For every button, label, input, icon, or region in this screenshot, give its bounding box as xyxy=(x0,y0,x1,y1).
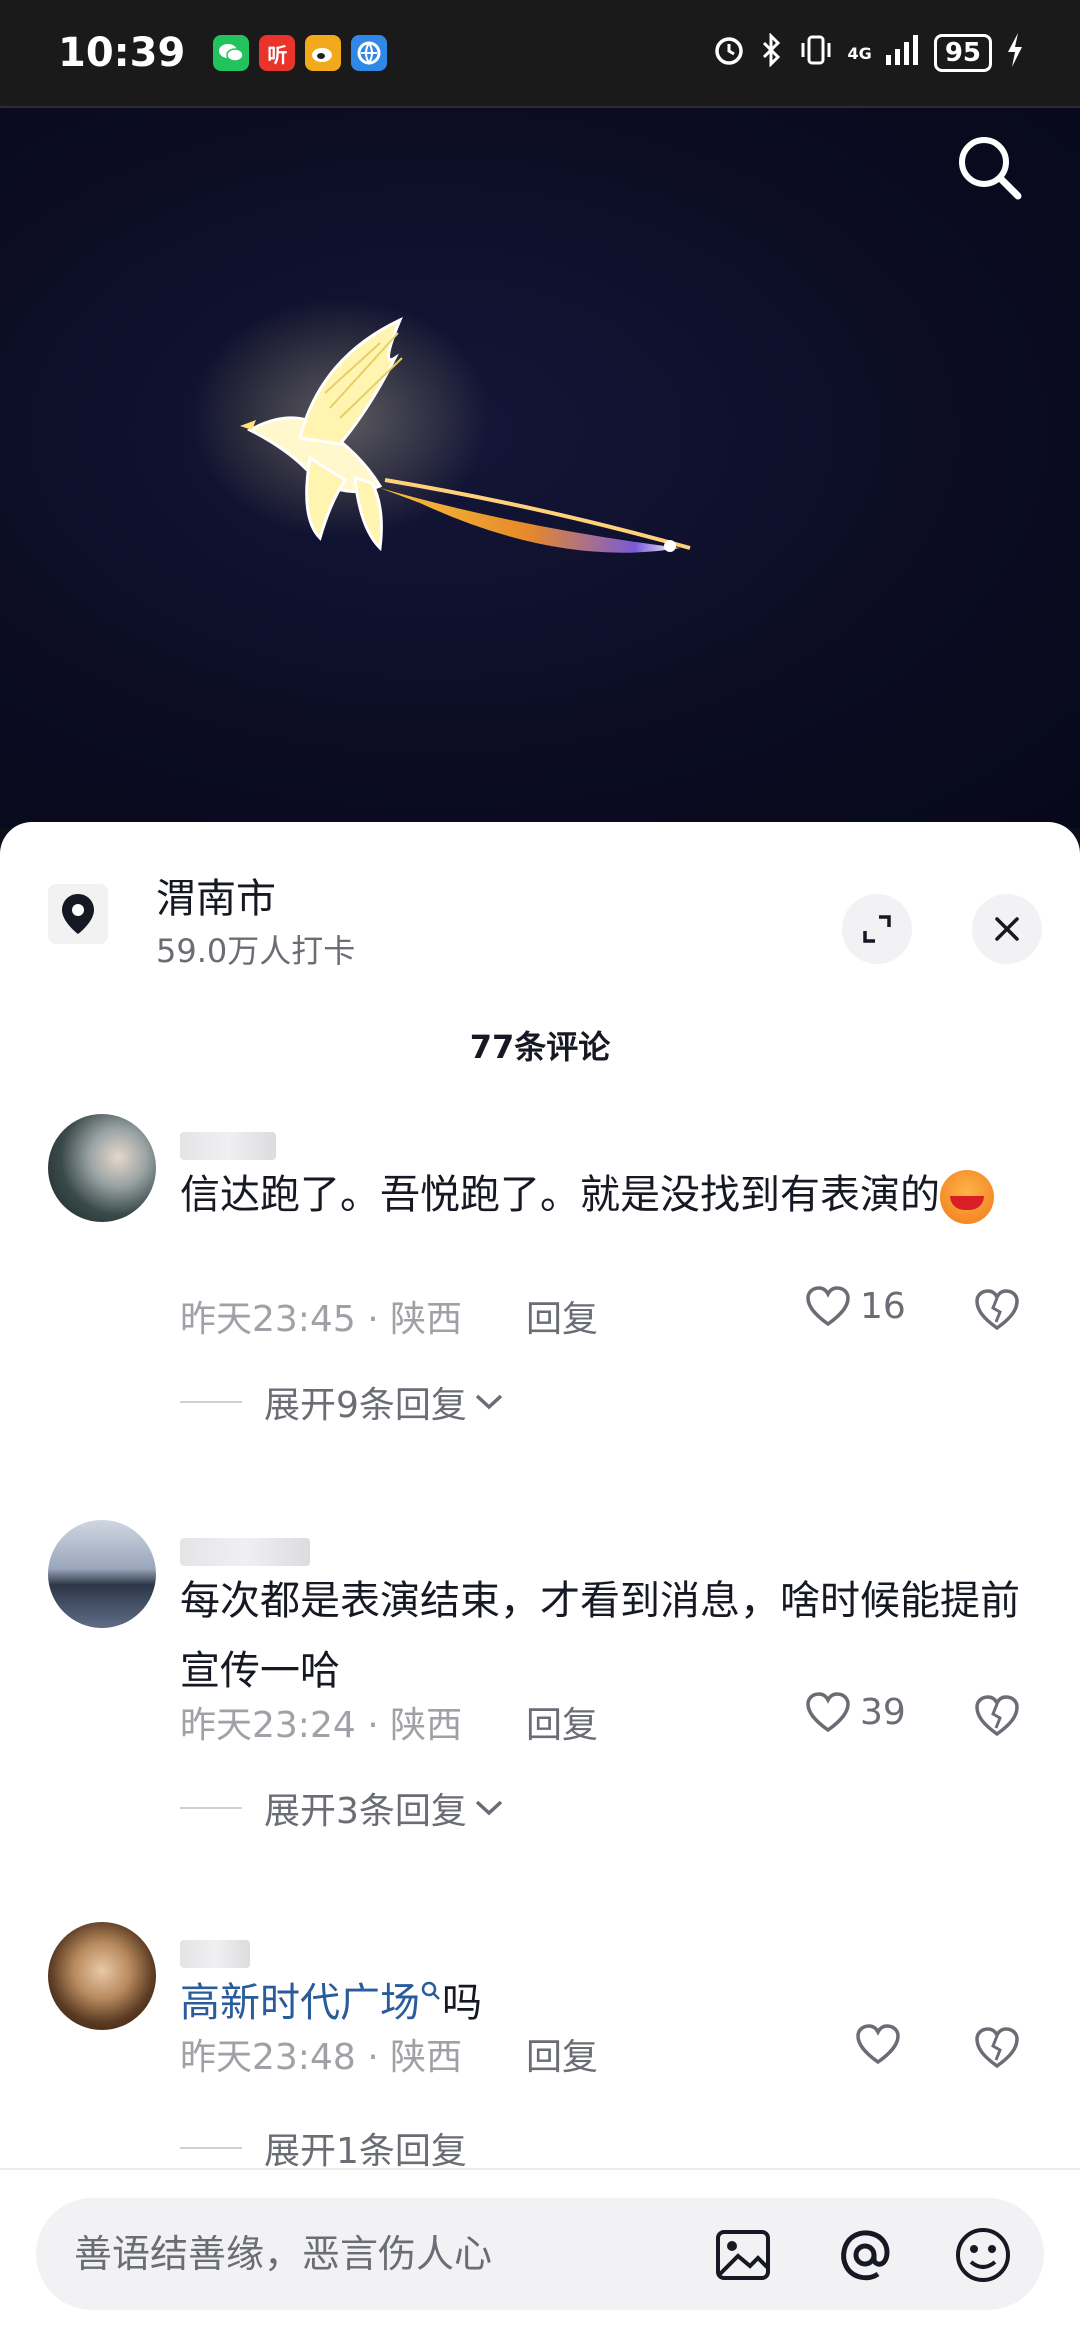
battery-level: 95 xyxy=(933,34,992,72)
comment-count: 77条评论 xyxy=(469,1028,611,1066)
comment-meta: 昨天23:24 · 陕西 xyxy=(180,1705,463,1746)
video-player[interactable] xyxy=(0,108,1080,828)
avatar[interactable] xyxy=(48,1114,156,1222)
status-time: 10:39 xyxy=(58,30,186,76)
emoji-icon[interactable] xyxy=(952,2224,1014,2286)
dislike-button[interactable] xyxy=(972,2024,1022,2074)
wechat-icon xyxy=(213,35,250,71)
weibo-icon xyxy=(305,35,342,71)
like-button[interactable]: 16 xyxy=(804,1284,906,1328)
reply-button[interactable]: 回复 xyxy=(526,1290,598,1342)
avatar[interactable] xyxy=(48,1922,156,2030)
location-checkins: 59.0万人打卡 xyxy=(156,932,356,970)
chevron-down-icon xyxy=(475,1800,503,1816)
vibrate-icon xyxy=(798,33,834,74)
dislike-button[interactable] xyxy=(972,1286,1022,1336)
broken-heart-icon xyxy=(975,2027,1019,2069)
like-button[interactable]: 39 xyxy=(804,1690,906,1734)
divider-line xyxy=(180,1807,242,1809)
expand-button[interactable] xyxy=(842,894,912,964)
expand-replies[interactable]: 展开3条回复 xyxy=(180,1782,505,1834)
heart-icon xyxy=(856,2024,900,2065)
username[interactable] xyxy=(180,1132,276,1160)
bluetooth-icon xyxy=(760,31,784,74)
image-icon[interactable] xyxy=(712,2224,774,2286)
username[interactable] xyxy=(180,1538,310,1566)
broken-heart-icon xyxy=(975,1289,1019,1331)
phoenix-light-image xyxy=(190,298,691,553)
status-bar: 10:39 听 4G 95 xyxy=(0,0,1080,108)
at-icon[interactable] xyxy=(834,2224,896,2286)
username[interactable] xyxy=(180,1940,250,1968)
chevron-down-icon xyxy=(475,1394,503,1410)
search-icon[interactable] xyxy=(950,128,1030,208)
close-button[interactable] xyxy=(972,894,1042,964)
alarm-icon xyxy=(712,33,746,74)
reply-button[interactable]: 回复 xyxy=(526,1696,598,1748)
charging-icon xyxy=(1006,32,1024,74)
heart-icon xyxy=(806,1286,850,1327)
location-link[interactable]: 高新时代广场 xyxy=(180,1980,420,2026)
laughing-emoji-icon xyxy=(940,1170,994,1224)
comment-sheet: 渭南市 59.0万人打卡 77条评论 信达跑了。吾悦跑了。就是没找到有表演的 昨… xyxy=(0,822,1080,2340)
search-icon xyxy=(421,1981,440,2000)
close-icon xyxy=(995,917,1019,941)
location-pin-icon xyxy=(48,884,108,944)
divider-line xyxy=(180,2147,242,2149)
ting-icon: 听 xyxy=(259,35,296,71)
location-title[interactable]: 渭南市 xyxy=(156,866,276,924)
network-label: 4G xyxy=(847,43,872,63)
reply-button[interactable]: 回复 xyxy=(526,2028,598,2080)
divider-line xyxy=(180,1401,242,1403)
like-count: 16 xyxy=(860,1285,906,1327)
expand-replies[interactable]: 展开1条回复 xyxy=(180,2122,467,2174)
comment-input[interactable]: 善语结善缘，恶言伤人心 xyxy=(36,2198,1044,2310)
input-placeholder: 善语结善缘，恶言伤人心 xyxy=(74,2232,493,2276)
dislike-button[interactable] xyxy=(972,1692,1022,1742)
comment-meta: 昨天23:48 · 陕西 xyxy=(180,2037,463,2078)
browser-icon xyxy=(351,35,388,71)
signal-icon xyxy=(885,34,920,72)
expand-replies[interactable]: 展开9条回复 xyxy=(180,1376,505,1428)
status-indicators: 4G 95 xyxy=(712,31,1024,74)
like-count: 39 xyxy=(860,1691,906,1733)
broken-heart-icon xyxy=(975,1695,1019,1737)
like-button[interactable] xyxy=(854,2022,902,2066)
comment-text: 信达跑了。吾悦跑了。就是没找到有表演的 xyxy=(180,1160,1020,1230)
expand-icon xyxy=(863,915,891,943)
heart-icon xyxy=(806,1692,850,1733)
avatar[interactable] xyxy=(48,1520,156,1628)
comment-meta: 昨天23:45 · 陕西 xyxy=(180,1299,463,1340)
comment-text: 每次都是表演结束，才看到消息，啥时候能提前宣传一哈 xyxy=(180,1578,1020,1694)
comment-input-bar: 善语结善缘，恶言伤人心 xyxy=(0,2168,1080,2342)
